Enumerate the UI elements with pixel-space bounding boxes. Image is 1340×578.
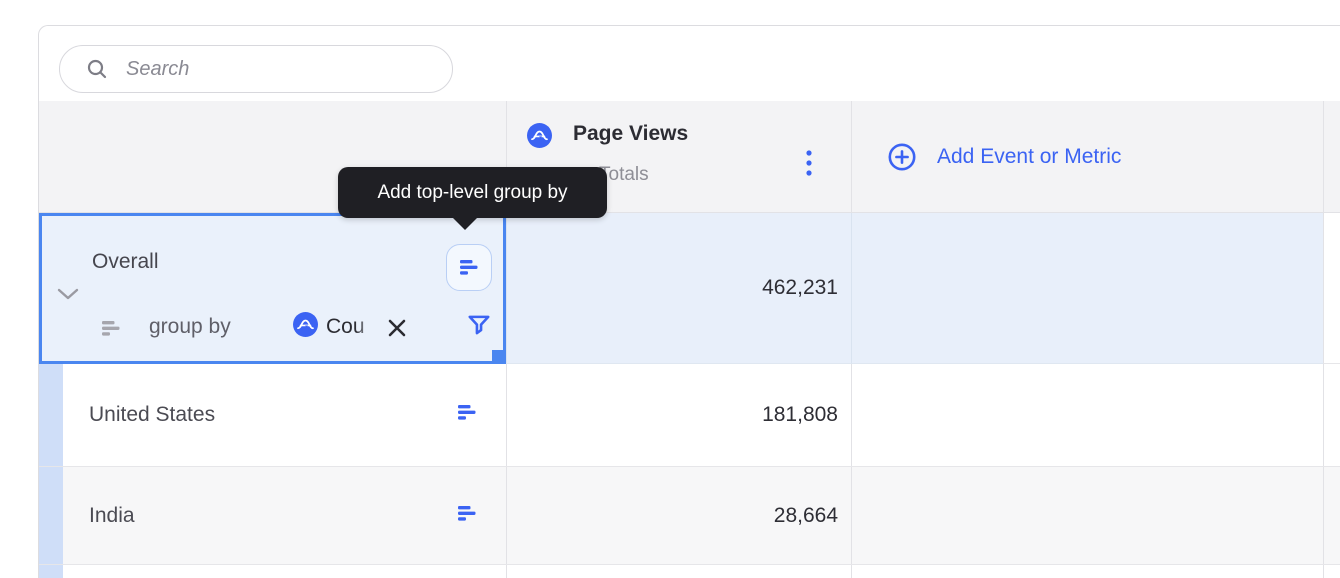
overall-name-cell[interactable]: Overall group by Cou [39,213,506,364]
row-name-cell: United States [39,364,506,466]
filter-icon[interactable] [466,312,492,343]
group-by-icon[interactable] [458,405,477,425]
search-icon [87,59,107,79]
add-group-by-button[interactable] [446,244,492,291]
close-icon[interactable] [386,317,408,344]
group-indent-bar [39,364,63,466]
search-input[interactable] [126,57,426,81]
group-by-icon [459,260,477,275]
row-add-cell [851,467,1323,564]
selection-resize-handle[interactable] [492,350,504,362]
row-value-cell [506,565,851,578]
group-indent-bar [39,565,63,578]
page: Page Views Totals A [0,0,1340,578]
header-cell-add: Add Event or Metric [851,101,1323,212]
table-row-overall: Overall group by Cou 462,231 [39,213,1340,364]
circle-plus-icon [888,143,916,171]
row-add-cell [851,364,1323,466]
row-value-cell: 28,664 [506,467,851,564]
row-name-cell: India [39,467,506,564]
table-header-row: Page Views Totals Add Event or Metric [39,101,1340,213]
search-input-wrapper[interactable] [59,45,453,93]
row-name-cell [39,565,506,578]
add-event-or-metric-button[interactable]: Add Event or Metric [888,101,1121,213]
row-value-cell: 181,808 [506,364,851,466]
row-name: Overall [92,250,159,273]
row-extra-cell [1323,467,1340,564]
overall-extra-cell [1323,213,1340,364]
row-add-cell [851,565,1323,578]
group-by-label: group by [149,315,231,338]
chevron-down-icon[interactable] [57,288,79,306]
data-table-panel: Page Views Totals A [38,25,1340,578]
tooltip-text: Add top-level group by [377,181,568,203]
row-extra-cell [1323,565,1340,578]
header-cell-extra [1323,101,1340,212]
tooltip-caret [452,217,478,230]
amplitude-property-icon[interactable] [293,312,318,342]
row-name: India [89,503,135,527]
group-by-icon[interactable] [458,505,477,526]
overall-add-cell [851,213,1323,364]
metric-title: Page Views [573,122,689,145]
cell-value: 28,664 [773,503,838,527]
table-row-india[interactable]: India 28,664 [39,467,1340,565]
row-name: United States [89,403,216,426]
group-by-chip-label[interactable]: Cou [326,315,379,339]
tooltip-add-top-level-group-by: Add top-level group by [338,167,607,230]
search-row [39,26,1340,101]
group-indent-bar [39,467,63,564]
table-row-united-states[interactable]: United States 181,808 [39,364,1340,467]
add-event-or-metric-label: Add Event or Metric [937,145,1122,168]
table-row-partial [39,565,1340,578]
group-by-row: group by Cou [42,309,503,349]
row-extra-cell [1323,364,1340,466]
overall-value-cell: 462,231 [506,213,851,364]
cell-value: 462,231 [762,276,838,299]
group-by-icon [102,321,121,341]
cell-value: 181,808 [762,403,838,426]
kebab-menu-icon[interactable] [805,149,813,182]
amplitude-event-icon [527,123,552,153]
